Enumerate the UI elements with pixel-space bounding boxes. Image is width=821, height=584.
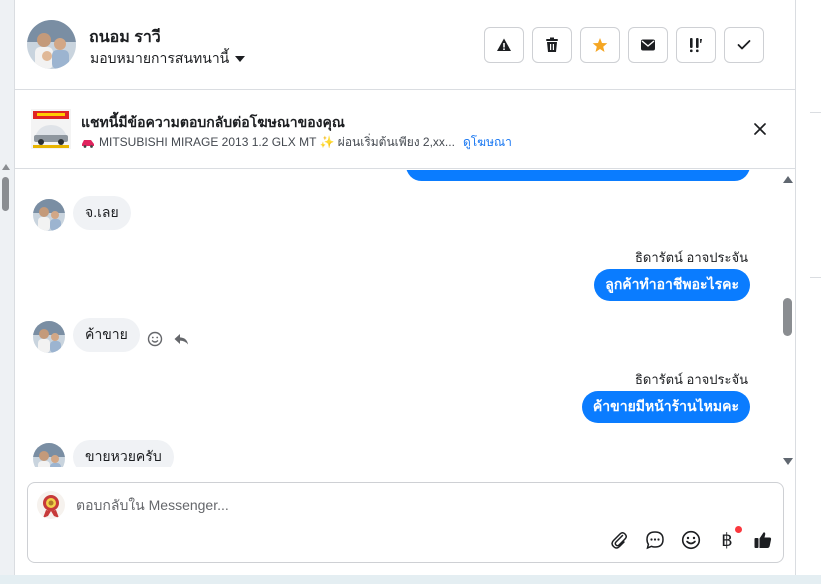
delete-button[interactable]: [532, 27, 572, 63]
star-button[interactable]: [580, 27, 620, 63]
message-sender-name: ธิดารัตน์ อาจประจัน: [634, 372, 748, 387]
ad-reply-banner: แชทนี้มีข้อความตอบกลับต่อโฆษณาของคุณ MIT…: [15, 91, 795, 169]
outgoing-message-bubble[interactable]: ค้าขายมีหน้าร้านไหมคะ: [581, 391, 750, 423]
outgoing-message-bubble-partial: [406, 170, 750, 181]
left-scroll-up-arrow[interactable]: [2, 164, 10, 170]
ad-thumbnail[interactable]: [31, 109, 71, 149]
ad-banner-text: MITSUBISHI MIRAGE 2013 1.2 GLX MT ✨ ผ่อน…: [99, 135, 455, 149]
attach-file-button[interactable]: [607, 528, 631, 552]
trash-icon: [546, 37, 558, 52]
sender-avatar[interactable]: [33, 321, 65, 353]
payment-button[interactable]: ฿: [715, 526, 742, 552]
conversation-panel: ถนอม ราวี มอบหมายการสนทนานี้ แชทนี้มีข้อ…: [14, 0, 796, 575]
reply-icon[interactable]: [173, 332, 189, 346]
assign-conversation-label: มอบหมายการสนทนานี้: [90, 50, 230, 66]
sender-avatar[interactable]: [33, 443, 65, 467]
scrollbar-thumb[interactable]: [783, 298, 792, 336]
warning-icon: [497, 38, 511, 51]
star-icon: [592, 38, 608, 52]
close-ad-banner-button[interactable]: [749, 118, 771, 140]
thumbs-up-icon: [754, 532, 772, 548]
incoming-message-bubble[interactable]: ขายหวยครับ: [73, 440, 174, 467]
paperclip-icon: [611, 532, 627, 549]
left-scroll-area: [0, 0, 14, 584]
emoji-button[interactable]: [679, 528, 703, 552]
contact-avatar[interactable]: [27, 20, 76, 69]
baht-icon: ฿: [721, 529, 733, 551]
composer-toolbar: ฿: [607, 526, 775, 552]
message-list[interactable]: จ.เลย ธิดารัตน์ อาจประจัน ลูกค้าทำอาชีพอ…: [15, 170, 795, 467]
conversation-header: ถนอม ราวี มอบหมายการสนทนานี้: [15, 0, 795, 90]
bottom-strip: [0, 575, 821, 584]
left-scrollbar-thumb[interactable]: [2, 177, 9, 211]
report-spam-button[interactable]: [484, 27, 524, 63]
follow-up-button[interactable]: [676, 27, 716, 63]
contact-name[interactable]: ถนอม ราวี: [89, 25, 161, 50]
notification-dot: [735, 526, 742, 533]
mail-icon: [641, 39, 655, 51]
message-actions: [147, 331, 189, 347]
ad-banner-title: แชทนี้มีข้อความตอบกลับต่อโฆษณาของคุณ: [81, 114, 345, 130]
reply-input[interactable]: [76, 493, 596, 517]
mark-unread-button[interactable]: [628, 27, 668, 63]
view-ad-link[interactable]: ดูโฆษณา: [463, 133, 512, 152]
page-avatar: [37, 491, 65, 519]
reply-composer: ฿: [27, 482, 784, 563]
sender-avatar[interactable]: [33, 199, 65, 231]
ad-banner-line: MITSUBISHI MIRAGE 2013 1.2 GLX MT ✨ ผ่อน…: [81, 133, 512, 152]
react-emoji-icon[interactable]: [147, 331, 163, 347]
divider: [810, 112, 821, 113]
outgoing-message-bubble[interactable]: ลูกค้าทำอาชีพอะไรคะ: [594, 269, 750, 301]
scroll-up-arrow[interactable]: [783, 176, 793, 183]
like-button[interactable]: [751, 528, 775, 552]
emoji-icon: [681, 530, 701, 550]
saved-replies-button[interactable]: [643, 528, 667, 552]
assign-conversation-dropdown[interactable]: มอบหมายการสนทนานี้: [90, 48, 246, 70]
chat-bubble-icon: [646, 531, 664, 550]
close-icon: [754, 123, 766, 135]
mark-done-button[interactable]: [724, 27, 764, 63]
message-sender-name: ธิดารัตน์ อาจประจัน: [634, 250, 748, 265]
right-gutter: [796, 0, 821, 584]
header-actions: [484, 27, 764, 63]
divider: [810, 277, 821, 278]
follow-up-icon: [690, 38, 702, 53]
car-icon: [82, 139, 94, 148]
incoming-message-bubble[interactable]: ค้าขาย: [73, 318, 140, 352]
incoming-message-bubble[interactable]: จ.เลย: [73, 196, 131, 230]
chevron-down-icon: [235, 56, 246, 62]
check-icon: [737, 40, 751, 50]
scroll-down-arrow[interactable]: [783, 458, 793, 465]
